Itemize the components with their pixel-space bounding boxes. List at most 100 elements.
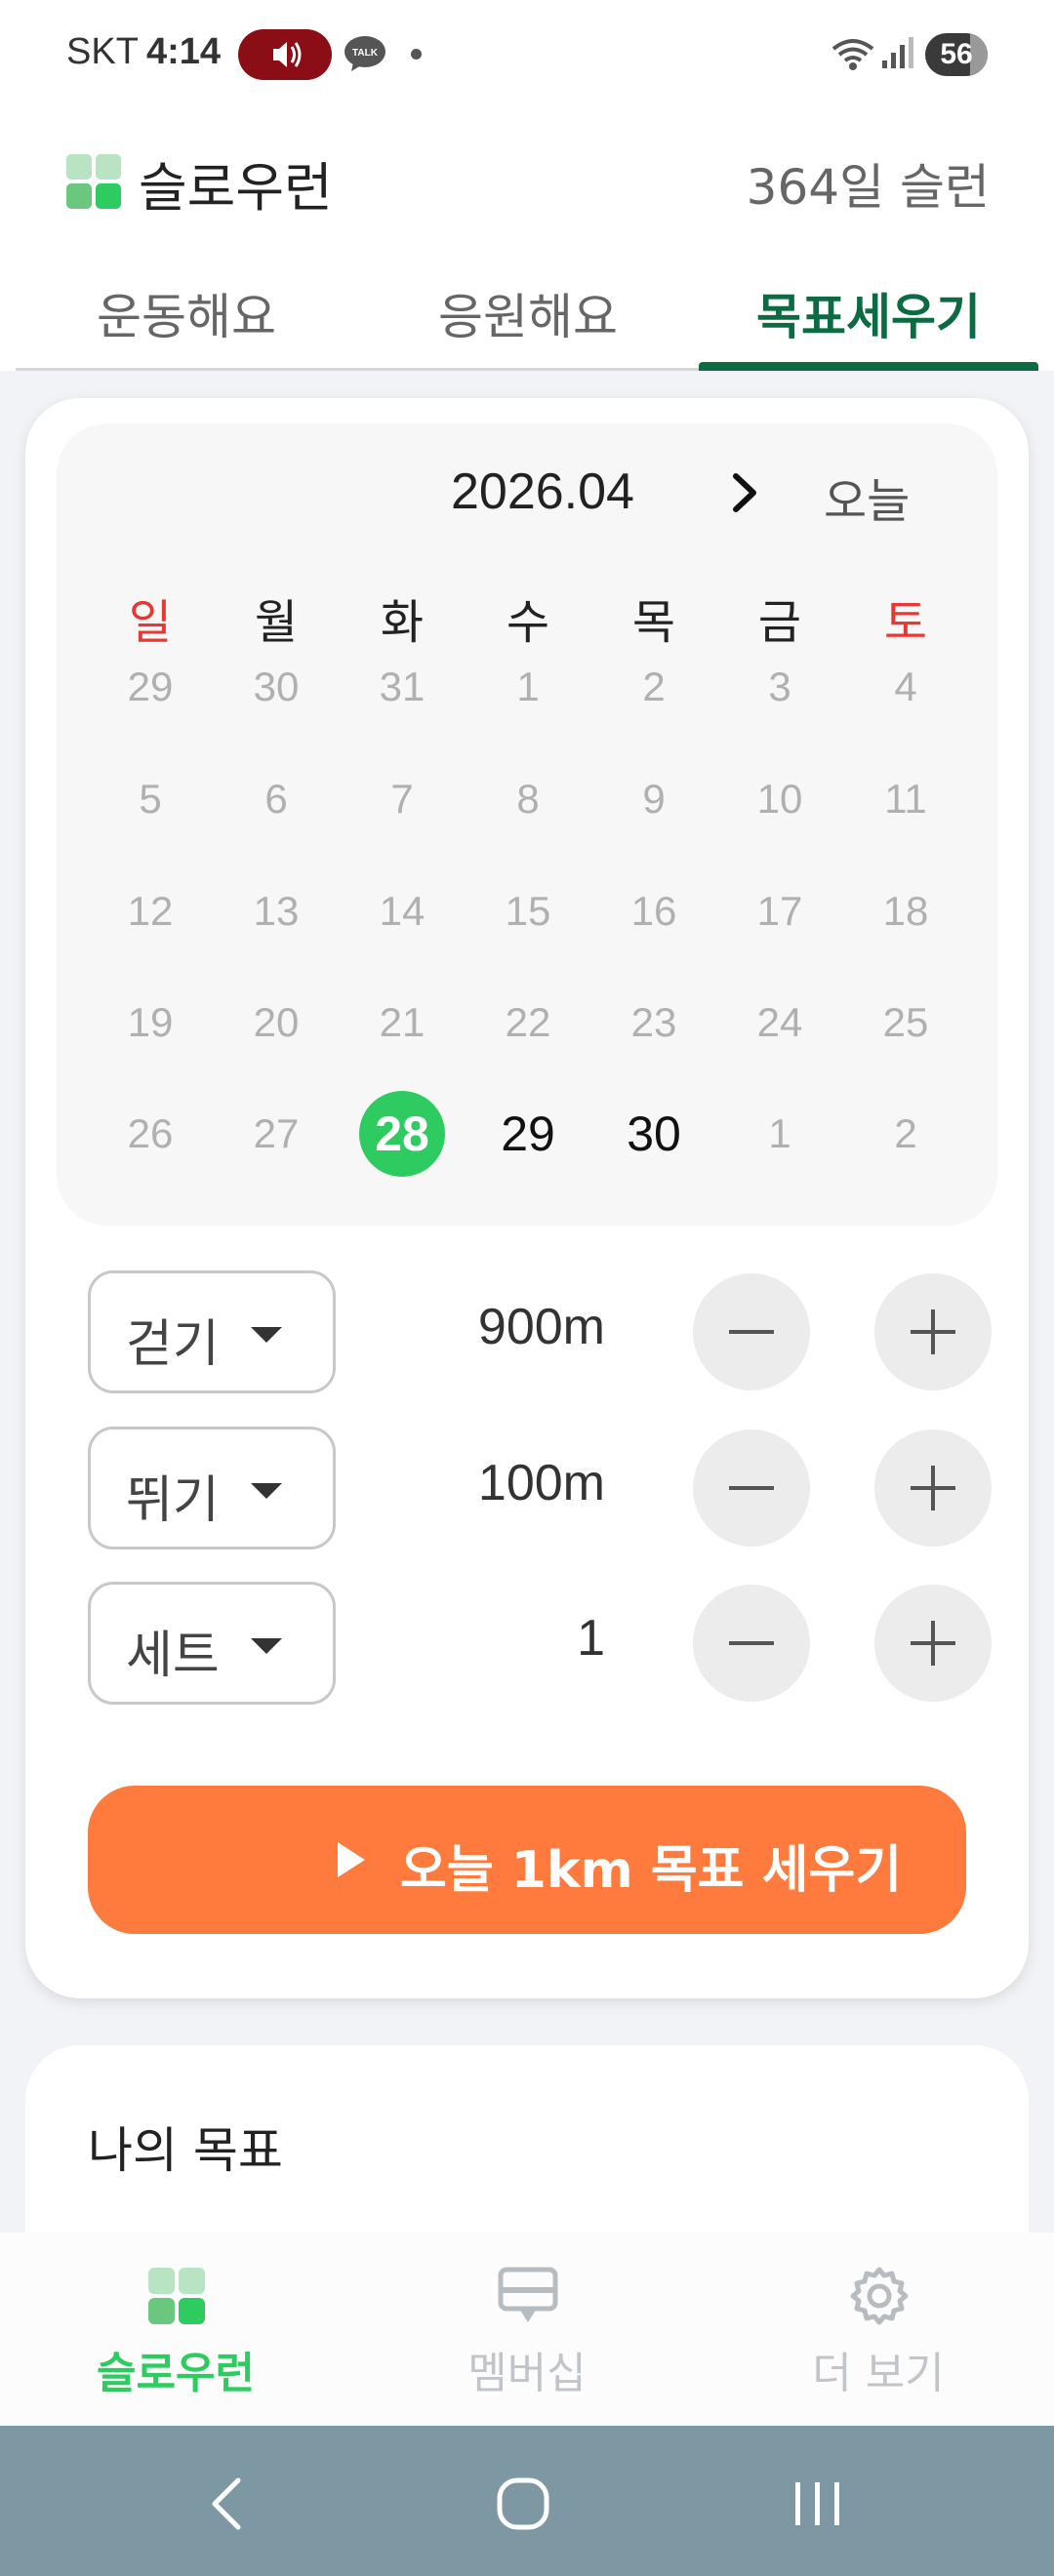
gear-icon bbox=[849, 2266, 910, 2326]
select-label: 뛰기 bbox=[126, 1471, 220, 1530]
my-goals-title: 나의 목표 bbox=[88, 2122, 283, 2179]
caret-down-icon bbox=[251, 1638, 282, 1654]
activity-select-run[interactable]: 뛰기 bbox=[88, 1427, 336, 1550]
increase-walk-button[interactable] bbox=[874, 1273, 992, 1390]
back-arrow-icon bbox=[212, 2477, 241, 2530]
set-goal-button-label: 오늘 1km 목표 세우기 bbox=[400, 1841, 903, 1900]
weekday-label: 토 bbox=[883, 595, 928, 650]
today-button[interactable]: 오늘 bbox=[824, 463, 910, 531]
calendar-day[interactable]: 17 bbox=[731, 882, 829, 941]
decrease-run-button[interactable] bbox=[693, 1429, 810, 1547]
increase-run-button[interactable] bbox=[874, 1429, 992, 1547]
caret-down-icon bbox=[251, 1327, 282, 1343]
bottom-navigation: 슬로우런 멤버십 더 보기 bbox=[0, 2233, 1054, 2426]
calendar-day[interactable]: 26 bbox=[101, 1105, 199, 1163]
calendar-day[interactable]: 2 bbox=[857, 1105, 954, 1163]
weekday-label: 일 bbox=[128, 595, 173, 650]
back-button[interactable] bbox=[191, 2465, 269, 2543]
calendar-day[interactable]: 27 bbox=[227, 1105, 325, 1163]
chat-icon: TALK bbox=[344, 35, 386, 72]
tab-exercise[interactable]: 운동해요 bbox=[16, 273, 357, 371]
wifi-icon bbox=[830, 33, 876, 72]
recent-apps-icon bbox=[795, 2482, 839, 2525]
streak-counter: 364일 슬런 bbox=[746, 159, 990, 216]
calendar-day[interactable]: 13 bbox=[227, 882, 325, 941]
calendar-day[interactable]: 6 bbox=[227, 770, 325, 828]
activity-select-set[interactable]: 세트 bbox=[88, 1582, 336, 1705]
calendar-month: 2026.04 bbox=[451, 463, 634, 520]
app-logo-icon bbox=[66, 154, 121, 209]
calendar-day[interactable]: 1 bbox=[731, 1105, 829, 1163]
home-icon bbox=[497, 2477, 549, 2530]
calendar-day[interactable]: 15 bbox=[479, 882, 577, 941]
calendar-day[interactable]: 16 bbox=[605, 882, 703, 941]
slowrun-icon bbox=[146, 2266, 207, 2326]
clock: 4:14 bbox=[146, 31, 222, 72]
nav-label: 더 보기 bbox=[812, 2349, 945, 2398]
set-row: 세트 1 bbox=[88, 1582, 992, 1705]
calendar-day[interactable]: 30 bbox=[227, 658, 325, 716]
calendar-day[interactable]: 9 bbox=[605, 770, 703, 828]
nav-slowrun[interactable]: 슬로우런 bbox=[0, 2233, 351, 2426]
calendar-day[interactable]: 21 bbox=[353, 993, 451, 1052]
calendar-day[interactable]: 5 bbox=[101, 770, 199, 828]
calendar-day[interactable]: 11 bbox=[857, 770, 954, 828]
status-bar: SKT 4:14 TALK 56 bbox=[0, 0, 1054, 107]
calendar-day[interactable]: 12 bbox=[101, 882, 199, 941]
calendar-day[interactable]: 22 bbox=[479, 993, 577, 1052]
calendar-day[interactable]: 29 bbox=[101, 658, 199, 716]
home-button[interactable] bbox=[484, 2465, 562, 2543]
calendar-day[interactable]: 23 bbox=[605, 993, 703, 1052]
calendar-day[interactable]: 7 bbox=[353, 770, 451, 828]
calendar-day[interactable]: 29 bbox=[479, 1105, 577, 1163]
nav-label: 멤버십 bbox=[467, 2349, 587, 2398]
increase-set-button[interactable] bbox=[874, 1585, 992, 1702]
set-goal-button[interactable]: 오늘 1km 목표 세우기 bbox=[88, 1786, 966, 1934]
walk-distance-value: 900m bbox=[477, 1299, 605, 1355]
battery-indicator: 56 bbox=[925, 33, 988, 76]
decrease-set-button[interactable] bbox=[693, 1585, 810, 1702]
walk-row: 걷기 900m bbox=[88, 1270, 992, 1393]
chevron-right-icon bbox=[733, 473, 756, 512]
recent-apps-button[interactable] bbox=[779, 2465, 857, 2543]
calendar-day[interactable]: 10 bbox=[731, 770, 829, 828]
run-distance-value: 100m bbox=[477, 1455, 605, 1511]
calendar-day[interactable]: 30 bbox=[605, 1105, 703, 1163]
calendar-day[interactable]: 4 bbox=[857, 658, 954, 716]
membership-card-icon bbox=[498, 2266, 558, 2326]
tab-bar: 운동해요 응원해요 목표세우기 bbox=[16, 273, 1038, 371]
select-label: 걷기 bbox=[126, 1315, 220, 1374]
signal-icon bbox=[880, 35, 917, 70]
calendar-day[interactable]: 2 bbox=[605, 658, 703, 716]
calendar-day[interactable]: 20 bbox=[227, 993, 325, 1052]
nav-label: 슬로우런 bbox=[97, 2349, 255, 2398]
decrease-walk-button[interactable] bbox=[693, 1273, 810, 1390]
play-icon bbox=[338, 1842, 365, 1877]
nav-more[interactable]: 더 보기 bbox=[703, 2233, 1054, 2426]
next-month-button[interactable] bbox=[720, 463, 771, 523]
calendar-day[interactable]: 18 bbox=[857, 882, 954, 941]
calendar-day[interactable]: 14 bbox=[353, 882, 451, 941]
tab-cheer[interactable]: 응원해요 bbox=[357, 273, 699, 371]
calendar: 2026.04 오늘 일월화수목금토 29 30 31 1 2 3 4 5 6 7 8 9 10 11 12… bbox=[57, 423, 997, 1226]
svg-text:TALK: TALK bbox=[352, 48, 379, 59]
tab-label: 목표세우기 bbox=[756, 289, 981, 345]
run-row: 뛰기 100m bbox=[88, 1427, 992, 1550]
tab-label: 운동해요 bbox=[97, 289, 276, 345]
calendar-day[interactable]: 3 bbox=[731, 658, 829, 716]
nav-membership[interactable]: 멤버십 bbox=[351, 2233, 703, 2426]
carrier-label: SKT bbox=[66, 31, 139, 72]
tab-set-goal[interactable]: 목표세우기 bbox=[699, 273, 1038, 371]
calendar-day[interactable]: 19 bbox=[101, 993, 199, 1052]
activity-select-walk[interactable]: 걷기 bbox=[88, 1270, 336, 1393]
weekday-label: 화 bbox=[380, 595, 425, 650]
calendar-day[interactable]: 25 bbox=[857, 993, 954, 1052]
calendar-day[interactable]: 8 bbox=[479, 770, 577, 828]
sound-icon bbox=[238, 29, 332, 80]
calendar-day-selected[interactable]: 28 bbox=[353, 1105, 451, 1163]
tab-label: 응원해요 bbox=[438, 289, 618, 345]
weekday-label: 금 bbox=[757, 595, 802, 650]
calendar-day[interactable]: 1 bbox=[479, 658, 577, 716]
calendar-day[interactable]: 24 bbox=[731, 993, 829, 1052]
calendar-day[interactable]: 31 bbox=[353, 658, 451, 716]
